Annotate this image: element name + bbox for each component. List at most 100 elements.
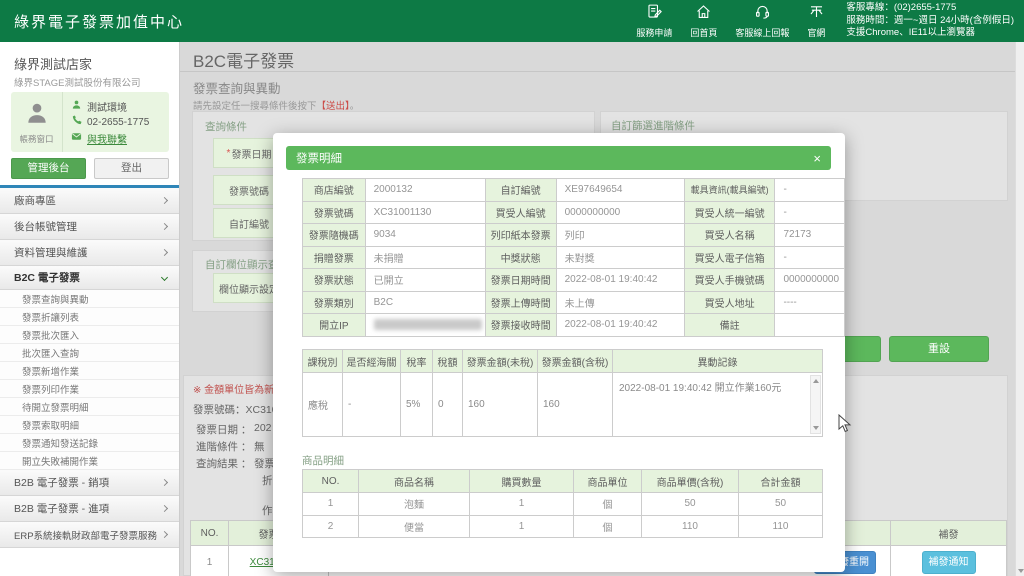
- amount-incl-tax: 160: [538, 373, 613, 437]
- sidebar-item-b2c-invoice[interactable]: B2C 電子發票: [0, 266, 179, 290]
- sidebar-item-b2b-sales[interactable]: B2B 電子發票 - 銷項: [0, 470, 179, 496]
- detail-label: 發票類別: [303, 291, 366, 314]
- sidebar-subitem-invoice-request[interactable]: 發票索取明細: [0, 416, 179, 434]
- sidebar-subitem-batch-import-query[interactable]: 批次匯入查詢: [0, 344, 179, 362]
- detail-label: 買受人統一編號: [684, 201, 775, 224]
- detail-value: 未捐贈: [365, 246, 485, 269]
- nav-label: 官網: [807, 26, 825, 39]
- app-header: 綠界電子發票加值中心 服務申請 回首頁 客服線上回報 官網: [0, 0, 1024, 42]
- logout-button[interactable]: 登出: [94, 158, 169, 179]
- sidebar-item-account-mgmt[interactable]: 後台帳號管理: [0, 214, 179, 240]
- col-reissue: 補發: [891, 521, 1007, 546]
- section-title: 發票查詢與異動: [193, 78, 281, 97]
- reset-button[interactable]: 重設: [889, 336, 989, 362]
- sidebar-menu: 廠商專區 後台帳號管理 資料管理與維護 B2C 電子發票 發票查詢與異動 發票折…: [0, 185, 179, 548]
- detail-label: 發票接收時間: [485, 314, 556, 337]
- detail-value: 2022-08-01 19:40:42: [556, 269, 684, 292]
- detail-label: 發票日期時間: [485, 269, 556, 292]
- page-scrollbar[interactable]: [1015, 42, 1024, 576]
- detail-value: -: [775, 246, 845, 269]
- scroll-up-icon[interactable]: [813, 379, 819, 383]
- chevron-right-icon: [161, 197, 168, 204]
- scroll-down-icon[interactable]: [813, 426, 819, 430]
- detail-label: 列印紙本發票: [485, 224, 556, 247]
- chevron-right-icon: [161, 531, 168, 538]
- scrollbar-down-arrow-icon[interactable]: [1018, 569, 1024, 573]
- nav-service-apply[interactable]: 服務申請: [636, 3, 672, 39]
- detail-value: 0000000000: [556, 201, 684, 224]
- detail-label: 捐贈發票: [303, 246, 366, 269]
- detail-value: ----: [775, 291, 845, 314]
- invoice-detail-modal: 發票明細 × 商店編號 2000132 自訂編號 XE97649654 載具資訊…: [273, 133, 845, 572]
- sidebar-subitem-notify-log[interactable]: 發票通知發送記錄: [0, 434, 179, 452]
- person-icon: [71, 99, 87, 113]
- env-label: 測試環境: [87, 99, 127, 114]
- sidebar: 綠界測試店家 綠界STAGE測試股份有限公司 帳務窗口 測試環境: [0, 42, 180, 576]
- tax-type: 應稅: [303, 373, 343, 437]
- detail-value: 未上傳: [556, 291, 684, 314]
- tax-customs: -: [343, 373, 401, 437]
- detail-value: 0000000000: [775, 269, 845, 292]
- service-info: 客服專線：(02)2655-1775 服務時間：週一~週日 24小時(含例假日)…: [846, 2, 1014, 40]
- detail-value: 72173: [775, 224, 845, 247]
- sidebar-subitem-invoice-query[interactable]: 發票查詢與異動: [0, 290, 179, 308]
- detail-label: 自訂編號: [485, 179, 556, 202]
- sidebar-subitem-fail-reissue[interactable]: 開立失敗補開作業: [0, 452, 179, 470]
- contact-us-link[interactable]: 與我聯繫: [87, 131, 127, 146]
- tax-col-log: 異動記錄: [613, 350, 823, 373]
- invoice-detail-table: 商店編號 2000132 自訂編號 XE97649654 載具資訊(載具編號) …: [302, 178, 845, 337]
- info-line: 支援Chrome、IE11以上瀏覽器: [846, 27, 1014, 40]
- nav-support-report[interactable]: 客服線上回報: [735, 3, 789, 39]
- sidebar-subitem-invoice-create[interactable]: 發票新增作業: [0, 362, 179, 380]
- sidebar-item-vendor-zone[interactable]: 廠商專區: [0, 188, 179, 214]
- summary-invoice-date-value: 202: [254, 422, 272, 434]
- detail-label: 買受人編號: [485, 201, 556, 224]
- detail-value: 已開立: [365, 269, 485, 292]
- chevron-down-icon: [161, 274, 168, 281]
- nav-official-site[interactable]: 官網: [807, 3, 825, 39]
- sidebar-subitem-allowance-list[interactable]: 發票折讓列表: [0, 308, 179, 326]
- sidebar-subitem-invoice-print[interactable]: 發票列印作業: [0, 380, 179, 398]
- close-icon[interactable]: ×: [813, 152, 821, 165]
- reissue-notify-button[interactable]: 補發通知: [922, 551, 976, 574]
- detail-value: 2000132: [365, 179, 485, 202]
- admin-backend-button[interactable]: 管理後台: [11, 158, 86, 179]
- detail-value: 2022-08-01 19:40:42: [556, 314, 684, 337]
- phone-icon: [71, 115, 87, 129]
- prod-col-qty: 購買數量: [470, 470, 574, 493]
- detail-label: 買受人手機號碼: [684, 269, 775, 292]
- sidebar-item-b2b-purchase[interactable]: B2B 電子發票 - 進項: [0, 496, 179, 522]
- col-no: NO.: [191, 521, 229, 546]
- detail-label: 買受人地址: [684, 291, 775, 314]
- modal-title: 發票明細: [296, 150, 813, 166]
- info-line: 客服專線：(02)2655-1775: [846, 2, 1014, 15]
- detail-label: 發票狀態: [303, 269, 366, 292]
- tax-amount: 0: [433, 373, 463, 437]
- detail-value-ip-redacted: [365, 314, 485, 337]
- log-scrollbar[interactable]: [810, 375, 821, 434]
- tax-col-rate: 稅率: [401, 350, 433, 373]
- detail-label: 商店編號: [303, 179, 366, 202]
- prod-col-unit: 商品單位: [574, 470, 642, 493]
- nav-label: 回首頁: [690, 26, 717, 39]
- info-line: 服務時間：週一~週日 24小時(含例假日): [846, 15, 1014, 28]
- product-section-title: 商品明細: [302, 453, 344, 468]
- detail-value: XE97649654: [556, 179, 684, 202]
- tax-row: 應稅 - 5% 0 160 160 2022-08-01 19:40:42 開立…: [303, 373, 823, 437]
- detail-value: B2C: [365, 291, 485, 314]
- chevron-right-icon: [161, 479, 168, 486]
- sidebar-subitem-batch-import[interactable]: 發票批次匯入: [0, 326, 179, 344]
- chevron-right-icon: [161, 249, 168, 256]
- avatar-label: 帳務窗口: [19, 133, 53, 145]
- modal-header: 發票明細 ×: [286, 146, 831, 170]
- row-no: 1: [191, 546, 229, 576]
- detail-label: 開立IP: [303, 314, 366, 337]
- nav-home[interactable]: 回首頁: [690, 3, 717, 39]
- detail-label: 備註: [684, 314, 775, 337]
- headset-icon: [754, 3, 771, 25]
- advanced-panel-title: 自訂篩選進階條件: [611, 118, 695, 133]
- sidebar-subitem-pending-invoice[interactable]: 待開立發票明細: [0, 398, 179, 416]
- sidebar-item-erp-service[interactable]: ERP系統接軌財政部電子發票服務: [0, 522, 179, 548]
- sidebar-item-data-mgmt[interactable]: 資料管理與維護: [0, 240, 179, 266]
- query-panel-title: 查詢條件: [205, 119, 247, 134]
